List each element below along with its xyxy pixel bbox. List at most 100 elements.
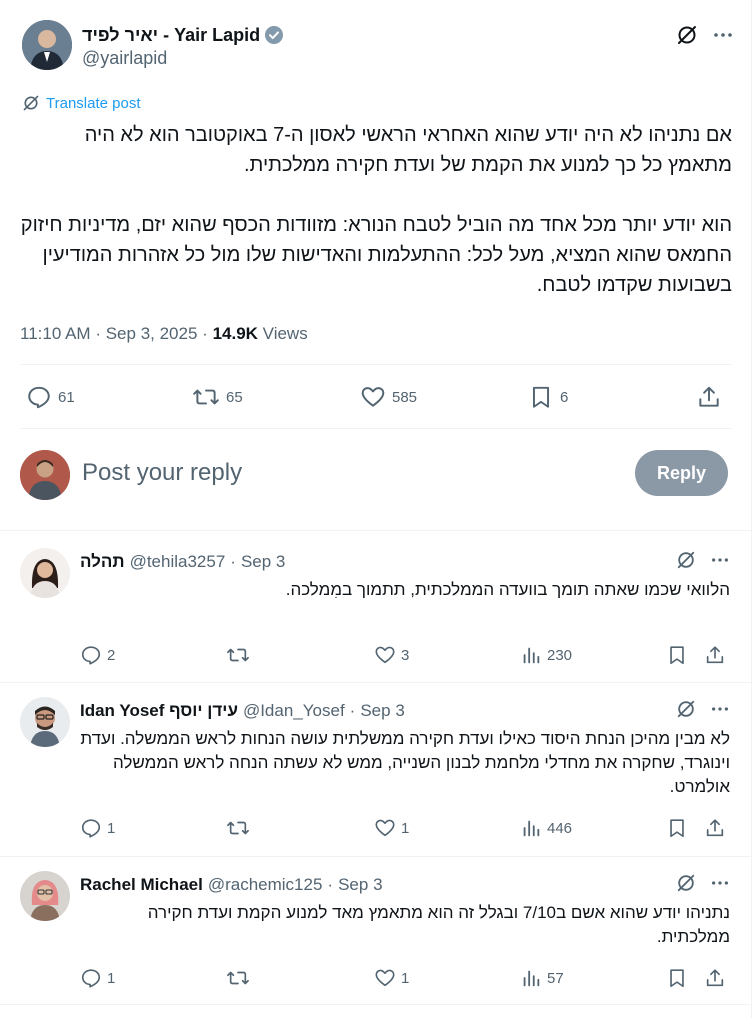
reply-text: נתניהו יודע שהוא אשם ב7/10 ובגלל זה הוא … xyxy=(147,903,730,946)
like-icon xyxy=(374,817,396,839)
bookmark-icon xyxy=(528,384,554,410)
views-button[interactable]: 57 xyxy=(520,967,564,989)
reply-count: 1 xyxy=(107,969,116,987)
main-post-header: יאיר לפיד - Yair Lapid @yairlapid xyxy=(22,20,734,74)
reply-author-name[interactable]: תהלה xyxy=(80,551,125,573)
like-count: 1 xyxy=(401,819,410,837)
reply-author-handle[interactable]: @tehila3257 xyxy=(130,551,226,573)
reply-author-name[interactable]: Idan Yosef עידן יוסף xyxy=(80,700,238,722)
views-label: Views xyxy=(262,324,308,343)
views-icon xyxy=(520,817,542,839)
share-button[interactable] xyxy=(704,644,726,666)
like-icon xyxy=(374,644,396,666)
separator: · xyxy=(349,701,356,720)
views-count: 14.9K xyxy=(212,324,258,343)
reply-author-handle[interactable]: @rachemic125 xyxy=(208,874,323,896)
reply-item[interactable]: Idan Yosef עידן יוסף @Idan_Yosef · Sep 3… xyxy=(0,697,752,847)
grok-icon[interactable] xyxy=(676,873,696,893)
separator: · xyxy=(202,324,208,343)
author-name-row[interactable]: יאיר לפיד - Yair Lapid xyxy=(82,24,284,46)
post-time[interactable]: 11:10 AM xyxy=(20,324,91,343)
repost-button[interactable]: 65 xyxy=(192,384,243,410)
like-button[interactable]: 585 xyxy=(360,384,417,410)
avatar[interactable] xyxy=(22,20,72,70)
share-icon xyxy=(696,384,722,410)
views-count: 57 xyxy=(547,969,564,987)
post-text: אם נתניהו לא היה יודע שהוא האחראי הראשי … xyxy=(20,124,732,296)
post-thread: יאיר לפיד - Yair Lapid @yairlapid Transl… xyxy=(0,0,752,1018)
grok-icon[interactable] xyxy=(676,24,698,46)
post-meta: 11:10 AM · Sep 3, 2025 · 14.9K Views xyxy=(20,322,308,346)
bookmark-button[interactable] xyxy=(666,644,688,666)
translate-post-link[interactable]: Translate post xyxy=(22,94,141,112)
like-button[interactable]: 1 xyxy=(374,967,409,989)
reply-text: הלוואי שכמו שאתה תומך בוועדה הממלכתית, ת… xyxy=(285,580,730,599)
reply-action-bar: 2 3 230 xyxy=(80,640,730,670)
separator: · xyxy=(327,875,334,894)
repost-button[interactable] xyxy=(226,967,255,989)
more-icon[interactable] xyxy=(710,699,730,719)
grok-icon[interactable] xyxy=(676,699,696,719)
divider xyxy=(0,856,752,857)
translate-label[interactable]: Translate post xyxy=(46,95,141,112)
views-button[interactable]: 446 xyxy=(520,817,572,839)
like-button[interactable]: 1 xyxy=(374,817,409,839)
views-icon xyxy=(520,644,542,666)
like-icon xyxy=(360,384,386,410)
divider xyxy=(0,530,752,531)
reply-button[interactable]: 1 xyxy=(80,817,115,839)
reply-author-name[interactable]: Rachel Michael xyxy=(80,874,203,896)
reply-button[interactable]: 2 xyxy=(80,644,115,666)
separator: · xyxy=(95,324,101,343)
divider xyxy=(0,1004,752,1005)
bookmark-button[interactable] xyxy=(666,817,688,839)
like-count: 585 xyxy=(392,388,418,406)
views-count: 230 xyxy=(547,646,573,664)
reply-date[interactable]: Sep 3 xyxy=(241,551,285,573)
reply-header-actions xyxy=(676,550,730,570)
bookmark-button[interactable] xyxy=(666,967,688,989)
repost-button[interactable] xyxy=(226,644,255,666)
bookmark-icon xyxy=(666,967,688,989)
share-button[interactable] xyxy=(696,384,722,410)
reply-icon xyxy=(80,817,102,839)
more-icon[interactable] xyxy=(710,550,730,570)
verified-badge-icon xyxy=(264,25,284,45)
more-icon[interactable] xyxy=(710,873,730,893)
avatar[interactable] xyxy=(20,697,70,747)
reply-count: 1 xyxy=(107,819,116,837)
views-icon xyxy=(520,967,542,989)
reply-button[interactable]: 61 xyxy=(26,384,75,410)
bookmark-icon xyxy=(666,644,688,666)
post-date[interactable]: Sep 3, 2025 xyxy=(106,324,198,343)
reply-header-actions xyxy=(676,873,730,893)
share-button[interactable] xyxy=(704,967,726,989)
share-icon xyxy=(704,967,726,989)
avatar[interactable] xyxy=(20,548,70,598)
reply-button[interactable]: 1 xyxy=(80,967,115,989)
reply-date[interactable]: Sep 3 xyxy=(338,874,382,896)
author-handle[interactable]: @yairlapid xyxy=(82,46,284,70)
reply-date[interactable]: Sep 3 xyxy=(360,700,404,722)
avatar[interactable] xyxy=(20,450,70,500)
reply-action-bar: 1 1 57 xyxy=(80,963,730,993)
share-button[interactable] xyxy=(704,817,726,839)
reply-item[interactable]: Rachel Michael @rachemic125 · Sep 3 נתני… xyxy=(0,871,752,1001)
translate-icon xyxy=(22,94,40,112)
grok-icon[interactable] xyxy=(676,550,696,570)
reply-header: תהלה @tehila3257 · Sep 3 xyxy=(80,551,285,573)
author-name[interactable]: יאיר לפיד - Yair Lapid xyxy=(82,24,260,46)
reply-item[interactable]: תהלה @tehila3257 · Sep 3 הלוואי שכמו שאת… xyxy=(0,548,752,668)
repost-button[interactable] xyxy=(226,817,255,839)
author-block: יאיר לפיד - Yair Lapid @yairlapid xyxy=(82,24,284,70)
reply-input[interactable]: Post your reply xyxy=(82,459,242,487)
reply-submit-button[interactable]: Reply xyxy=(635,450,728,496)
bookmark-button[interactable]: 6 xyxy=(528,384,568,410)
reply-header: Rachel Michael @rachemic125 · Sep 3 xyxy=(80,874,383,896)
like-button[interactable]: 3 xyxy=(374,644,409,666)
views-button[interactable]: 230 xyxy=(520,644,572,666)
avatar[interactable] xyxy=(20,871,70,921)
bookmark-icon xyxy=(666,817,688,839)
more-icon[interactable] xyxy=(712,24,734,46)
reply-author-handle[interactable]: @Idan_Yosef xyxy=(243,700,345,722)
